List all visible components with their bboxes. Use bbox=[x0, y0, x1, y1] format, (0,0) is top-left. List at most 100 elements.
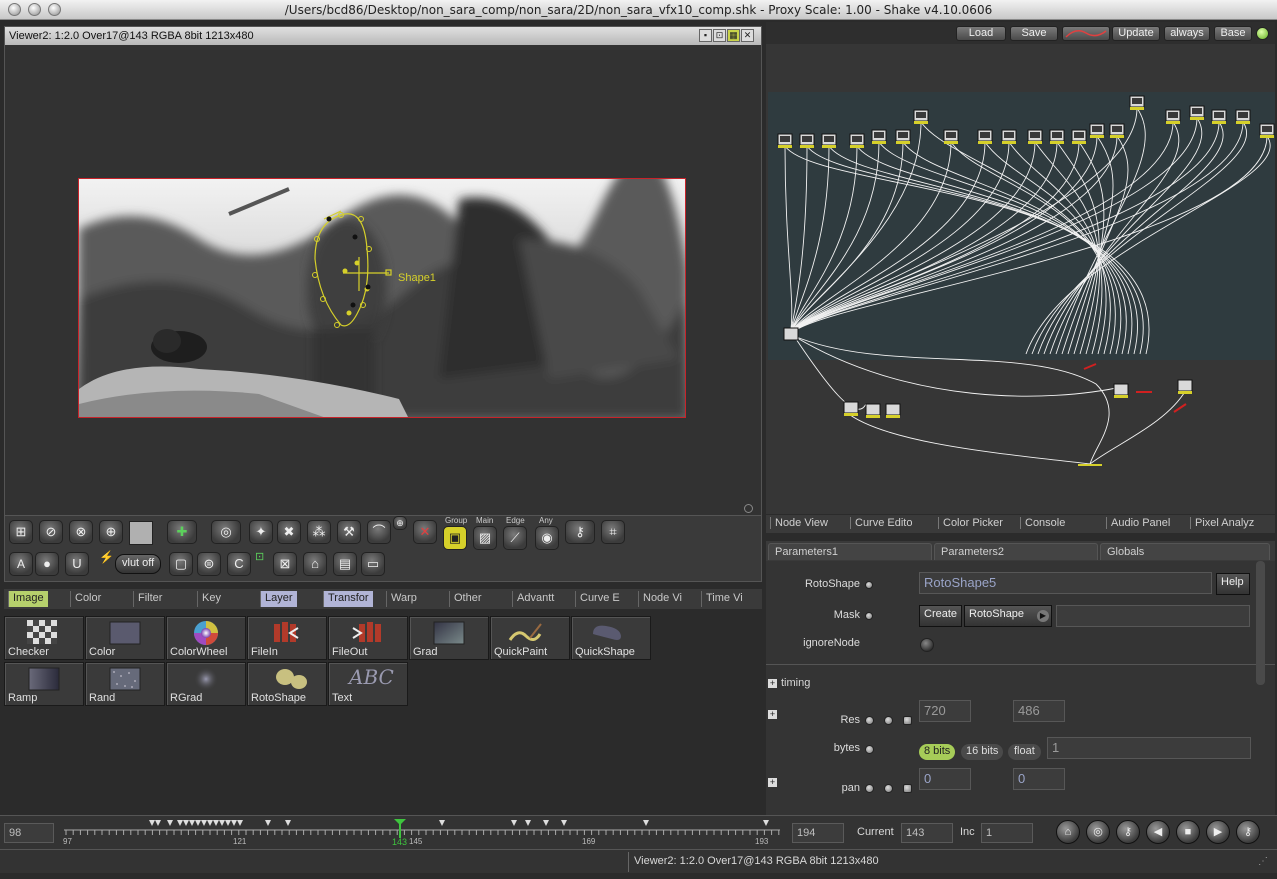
resize-grip-icon[interactable]: ⋰ bbox=[1258, 856, 1268, 867]
tool-rand[interactable]: Rand bbox=[85, 662, 165, 706]
add-point-icon[interactable]: ✚ bbox=[167, 520, 197, 544]
graph-node[interactable] bbox=[1129, 95, 1145, 110]
viewer-script-icon[interactable]: ⊡ bbox=[255, 550, 267, 578]
float-option[interactable]: float bbox=[1008, 744, 1041, 760]
zoom-viewer-icon[interactable]: ⊘ bbox=[39, 520, 63, 544]
viewer-resize-icon[interactable]: ⊡ bbox=[713, 29, 726, 42]
tool-quickshape[interactable]: QuickShape bbox=[571, 616, 651, 660]
res-anim-icon[interactable] bbox=[865, 716, 874, 725]
tool-text[interactable]: ABC Text bbox=[328, 662, 408, 706]
res-expand-icon[interactable]: + bbox=[768, 710, 777, 719]
graph-node[interactable] bbox=[1189, 105, 1205, 120]
magnet-icon[interactable]: U bbox=[65, 552, 89, 576]
graph-node[interactable] bbox=[1113, 383, 1129, 398]
curve-icon[interactable] bbox=[1062, 26, 1110, 41]
tab-image[interactable]: Image bbox=[8, 591, 48, 607]
edge-select-icon[interactable]: ⟋ bbox=[503, 526, 527, 550]
graph-node[interactable] bbox=[1071, 129, 1087, 144]
insert-point-icon[interactable]: ✦ bbox=[249, 520, 273, 544]
tab-transform[interactable]: Transfor bbox=[323, 591, 373, 607]
tab-layer[interactable]: Layer bbox=[260, 591, 297, 607]
loop-icon[interactable]: ◎ bbox=[1086, 820, 1110, 844]
graph-node[interactable] bbox=[1259, 123, 1275, 138]
ignore-node-toggle[interactable] bbox=[920, 638, 934, 652]
viewer-resize-handle-icon[interactable] bbox=[744, 504, 753, 513]
stop-icon[interactable]: ■ bbox=[1176, 820, 1200, 844]
tool-checker[interactable]: Checker bbox=[4, 616, 84, 660]
key-prev-icon[interactable]: ⚷ bbox=[1116, 820, 1140, 844]
tab-advanced[interactable]: Advantt bbox=[512, 591, 558, 607]
graph-node[interactable] bbox=[1089, 123, 1105, 138]
graph-node[interactable] bbox=[1165, 109, 1181, 124]
tab-color[interactable]: Color bbox=[70, 591, 105, 607]
res-lock-icon[interactable] bbox=[903, 716, 912, 725]
tool-grad[interactable]: Grad bbox=[409, 616, 489, 660]
color-channel-icon[interactable]: ● bbox=[35, 552, 59, 576]
tab-globals[interactable]: Globals bbox=[1100, 543, 1270, 560]
viewer-image[interactable]: Shape1 bbox=[78, 178, 686, 418]
any-select-icon[interactable]: ◉ bbox=[535, 526, 559, 550]
graph-node[interactable] bbox=[1211, 109, 1227, 124]
time-slider[interactable] bbox=[60, 816, 786, 850]
update-button[interactable]: Update bbox=[1112, 26, 1160, 41]
graph-node[interactable] bbox=[843, 401, 859, 416]
graph-node[interactable] bbox=[885, 403, 901, 418]
res-width-field[interactable]: 720 bbox=[919, 700, 971, 722]
graph-node[interactable] bbox=[799, 133, 815, 148]
tab-curve-editor[interactable]: Curve E bbox=[575, 591, 624, 607]
help-button[interactable]: Help bbox=[1216, 573, 1250, 595]
pan-y-field[interactable]: 0 bbox=[1013, 768, 1065, 790]
update-mode-button[interactable]: always bbox=[1164, 26, 1210, 41]
vlut-toggle[interactable]: vlut off bbox=[115, 554, 162, 574]
text-tool-button[interactable]: A bbox=[9, 552, 33, 576]
pan-viewer-icon[interactable]: ⊕ bbox=[99, 520, 123, 544]
select-all-icon[interactable]: ⁂ bbox=[307, 520, 331, 544]
tab-parameters1[interactable]: Parameters1 bbox=[768, 543, 932, 560]
graph-node[interactable] bbox=[1049, 129, 1065, 144]
viewer-canvas[interactable]: Shape1 bbox=[5, 45, 761, 515]
background-color-swatch[interactable] bbox=[129, 521, 153, 545]
tab-node-view-pane[interactable]: Node View bbox=[770, 517, 828, 529]
mask-anim-icon[interactable] bbox=[865, 612, 873, 620]
res-height-field[interactable]: 486 bbox=[1013, 700, 1065, 722]
tab-warp[interactable]: Warp bbox=[386, 591, 421, 607]
tab-node-view[interactable]: Node Vi bbox=[638, 591, 686, 607]
viewer-grid-icon[interactable]: ▦ bbox=[727, 29, 740, 42]
roi-icon[interactable]: ▢ bbox=[169, 552, 193, 576]
graph-node[interactable] bbox=[977, 129, 993, 144]
flipbook-icon[interactable]: ▤ bbox=[333, 552, 357, 576]
graph-node[interactable] bbox=[913, 109, 929, 124]
graph-node[interactable] bbox=[1177, 379, 1193, 394]
key-next-icon[interactable]: ⚷ bbox=[1236, 820, 1260, 844]
graph-node[interactable] bbox=[777, 133, 793, 148]
snapshot-icon[interactable]: ⊠ bbox=[273, 552, 297, 576]
graph-node[interactable] bbox=[1027, 129, 1043, 144]
node-graph[interactable] bbox=[766, 44, 1275, 514]
graph-node[interactable] bbox=[865, 403, 881, 418]
tab-parameters2[interactable]: Parameters2 bbox=[934, 543, 1098, 560]
inc-field[interactable]: 1 bbox=[981, 823, 1033, 843]
pan-link-icon[interactable] bbox=[884, 784, 893, 793]
params-scrollbar[interactable] bbox=[1256, 561, 1265, 685]
tool-color[interactable]: Color bbox=[85, 616, 165, 660]
smooth-point-icon[interactable]: ⌒ bbox=[367, 520, 391, 544]
graph-node[interactable] bbox=[871, 129, 887, 144]
tool-filein[interactable]: FileIn bbox=[247, 616, 327, 660]
bytes-anim-icon[interactable] bbox=[865, 745, 874, 754]
render-icon[interactable]: ▭ bbox=[361, 552, 385, 576]
tool-rgrad[interactable]: RGrad bbox=[166, 662, 246, 706]
compare-icon[interactable]: ⊜ bbox=[197, 552, 221, 576]
home-viewer-icon[interactable]: ⊗ bbox=[69, 520, 93, 544]
16-bits-option[interactable]: 16 bits bbox=[961, 744, 1004, 760]
home-playback-icon[interactable]: ⌂ bbox=[1056, 820, 1080, 844]
tab-filter[interactable]: Filter bbox=[133, 591, 166, 607]
create-mask-button[interactable]: Create bbox=[919, 605, 963, 627]
viewer-close-icon[interactable]: ✕ bbox=[741, 29, 754, 42]
tab-curve-editor-pane[interactable]: Curve Edito bbox=[850, 517, 912, 529]
tab-audio-panel-pane[interactable]: Audio Panel bbox=[1106, 517, 1170, 529]
refresh-icon[interactable]: C bbox=[227, 552, 251, 576]
reset-icon[interactable]: ✕ bbox=[413, 520, 437, 544]
tool-ramp[interactable]: Ramp bbox=[4, 662, 84, 706]
play-forward-icon[interactable]: ▶ bbox=[1206, 820, 1230, 844]
node-view[interactable] bbox=[766, 44, 1275, 514]
